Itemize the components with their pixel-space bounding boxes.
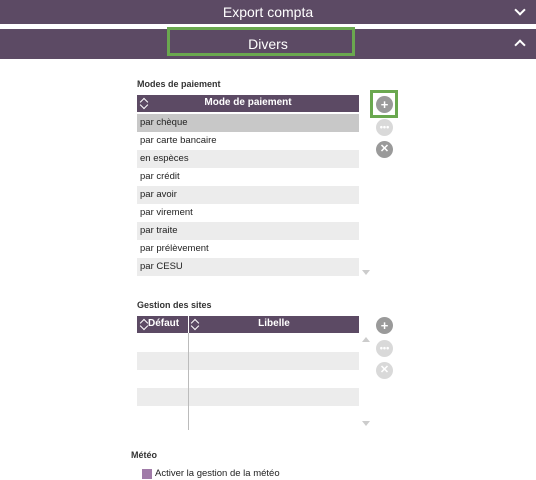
- payment-row-label: par crédit: [140, 171, 180, 182]
- export-compta-section-header[interactable]: Export compta: [0, 0, 536, 24]
- sites-row[interactable]: [137, 388, 359, 406]
- payment-row-label: par CESU: [140, 261, 183, 272]
- payment-row-label: par avoir: [140, 189, 177, 200]
- sites-row[interactable]: [137, 334, 359, 352]
- payment-row-label: par carte bancaire: [140, 135, 217, 146]
- scroll-down-icon[interactable]: [362, 421, 370, 426]
- sites-grid-header: Défaut Libelle: [137, 316, 359, 333]
- payment-grid-header[interactable]: Mode de paiement: [137, 95, 359, 112]
- divers-highlight-box: [167, 27, 355, 56]
- sites-section-label: Gestion des sites: [137, 300, 212, 310]
- payment-row[interactable]: par chèque: [137, 114, 359, 132]
- meteo-checkbox-label[interactable]: Activer la gestion de la météo: [155, 468, 280, 479]
- edit-site-button[interactable]: •••: [376, 340, 393, 357]
- payment-row[interactable]: par prélèvement: [137, 240, 359, 258]
- add-button-highlight-box: [370, 90, 398, 118]
- delete-payment-button[interactable]: ✕: [376, 141, 393, 158]
- export-compta-title: Export compta: [222, 4, 314, 20]
- sort-arrows-icon[interactable]: [140, 318, 148, 330]
- delete-site-button[interactable]: ✕: [376, 362, 393, 379]
- sites-row[interactable]: [137, 352, 359, 370]
- payment-row[interactable]: par avoir: [137, 186, 359, 204]
- plus-circle-icon: +: [380, 318, 389, 333]
- edit-payment-button[interactable]: •••: [376, 119, 393, 136]
- scroll-up-icon[interactable]: [362, 337, 370, 342]
- payment-row[interactable]: par traite: [137, 222, 359, 240]
- payment-row-label: par virement: [140, 207, 193, 218]
- payment-row[interactable]: par carte bancaire: [137, 132, 359, 150]
- sites-column-libelle[interactable]: Libelle: [189, 318, 359, 329]
- sites-row[interactable]: [137, 370, 359, 388]
- meteo-section-label: Météo: [131, 450, 158, 460]
- ellipsis-circle-icon: •••: [379, 122, 390, 132]
- x-circle-icon: ✕: [379, 364, 390, 376]
- payment-row[interactable]: par virement: [137, 204, 359, 222]
- payment-row[interactable]: par crédit: [137, 168, 359, 186]
- column-divider: [188, 333, 189, 430]
- payment-grid: Mode de paiement par chèque par carte ba…: [137, 95, 359, 279]
- add-site-button[interactable]: +: [376, 317, 393, 334]
- sites-scrollbar[interactable]: [359, 333, 372, 430]
- meteo-checkbox[interactable]: [142, 469, 152, 479]
- payment-row[interactable]: en espèces: [137, 150, 359, 168]
- sites-grid: Défaut Libelle: [137, 316, 359, 430]
- payment-row-label: par chèque: [140, 117, 188, 128]
- payment-row-label: par traite: [140, 225, 178, 236]
- payment-row[interactable]: par CESU: [137, 258, 359, 276]
- payment-row-label: en espèces: [140, 153, 189, 164]
- payment-column-header: Mode de paiement: [204, 97, 292, 108]
- sites-row[interactable]: [137, 406, 359, 424]
- ellipsis-circle-icon: •••: [379, 343, 390, 353]
- payment-scrollbar[interactable]: [359, 112, 372, 279]
- scroll-down-icon[interactable]: [362, 270, 370, 275]
- payment-row-label: par prélèvement: [140, 243, 209, 254]
- x-circle-icon: ✕: [379, 143, 390, 155]
- payment-section-label: Modes de paiement: [137, 79, 221, 89]
- sites-column-defaut[interactable]: Défaut: [148, 318, 179, 329]
